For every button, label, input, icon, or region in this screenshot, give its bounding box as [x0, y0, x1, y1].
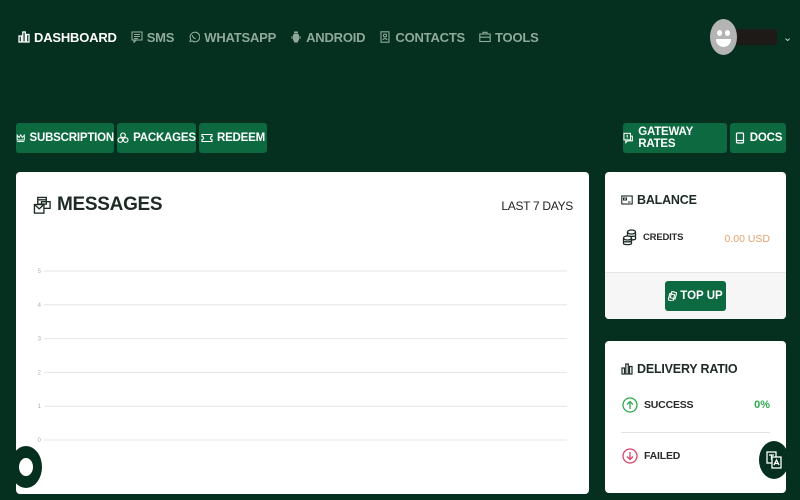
nav-item-label: ANDROID	[306, 29, 366, 45]
credits-row: CREDITS	[622, 229, 684, 246]
nav-item-label: WHATSAPP	[204, 29, 277, 45]
balance-footer: TOP UP	[605, 272, 786, 319]
chat-widget-button[interactable]	[10, 446, 42, 488]
coins-icon	[622, 229, 637, 246]
divider	[621, 432, 770, 433]
y-tick-label: 4	[38, 303, 42, 309]
contact-card-icon	[380, 31, 390, 43]
arrow-up-circle-icon	[622, 397, 638, 413]
packages-button[interactable]: PACKAGES	[117, 123, 196, 153]
chat-bubble-icon	[19, 458, 33, 476]
toolbox-icon	[479, 31, 491, 43]
y-tick-label: 5	[38, 269, 42, 275]
gateway-rates-label: GATEWAY RATES	[638, 126, 693, 150]
document-icon	[735, 132, 744, 144]
ticket-icon	[201, 133, 213, 143]
chevron-down-icon: ⌄	[783, 31, 793, 44]
money-icon	[668, 291, 678, 301]
balance-header: BALANCE	[621, 193, 697, 207]
arrow-down-circle-icon	[622, 448, 638, 464]
android-icon	[291, 31, 301, 43]
balance-title: BALANCE	[637, 193, 697, 207]
nav-item-label: CONTACTS	[395, 29, 466, 45]
docs-label: DOCS	[749, 132, 783, 144]
bar-chart-icon	[18, 31, 30, 43]
delivery-header: DELIVERY RATIO	[621, 362, 738, 376]
nav-item-android[interactable]: ANDROID	[290, 29, 366, 45]
date-range-selector[interactable]: LAST 7 DAYS	[501, 199, 573, 213]
nav-item-sms[interactable]: SMS	[131, 29, 175, 45]
whatsapp-icon	[189, 31, 201, 43]
failed-label: FAILED	[644, 450, 681, 462]
y-tick-label: 0	[38, 438, 42, 444]
messages-chart: 0 1 2 3 4 5	[38, 269, 567, 444]
nav-item-label: SMS	[146, 29, 175, 45]
success-value: 0%	[754, 399, 770, 411]
packages-label: PACKAGES	[133, 132, 196, 144]
nav-item-tools[interactable]: TOOLS	[479, 30, 539, 45]
nav-item-label: TOOLS	[495, 29, 539, 45]
message-square-icon	[131, 31, 143, 43]
bar-chart-icon	[621, 363, 633, 375]
top-up-label: TOP UP	[680, 290, 723, 302]
top-up-button[interactable]: TOP UP	[665, 281, 726, 311]
messages-card: 0 1 2 3 4 5 MESSAGES LAST 7 DAYS	[16, 172, 589, 494]
credits-value: 0.00 USD	[724, 233, 770, 245]
subscription-label: SUBSCRIPTION	[29, 132, 115, 144]
failed-row: FAILED	[622, 448, 680, 464]
y-tick-label: 2	[38, 370, 42, 376]
y-tick-label: 3	[38, 337, 42, 343]
nav-item-dashboard[interactable]: DASHBOARD	[18, 30, 117, 45]
gateway-rates-button[interactable]: GATEWAY RATES	[623, 123, 727, 153]
avatar	[710, 19, 737, 55]
redeem-button[interactable]: REDEEM	[199, 123, 267, 153]
wallet-icon	[621, 195, 633, 205]
nav-item-label: DASHBOARD	[34, 29, 117, 45]
translate-button[interactable]	[759, 441, 789, 479]
rates-icon	[623, 132, 633, 144]
docs-button[interactable]: DOCS	[730, 123, 786, 153]
messages-header: MESSAGES	[33, 194, 163, 216]
delivery-ratio-card: DELIVERY RATIO SUCCESS 0% FAILED	[605, 341, 786, 493]
packages-icon	[117, 132, 129, 143]
subscription-button[interactable]: SUBSCRIPTION	[16, 123, 114, 153]
y-tick-label: 1	[38, 404, 42, 410]
username-redacted	[735, 29, 777, 45]
messages-icon	[33, 196, 51, 214]
redeem-label: REDEEM	[216, 132, 265, 144]
crown-icon	[16, 133, 25, 143]
nav-item-contacts[interactable]: CONTACTS	[379, 30, 465, 45]
messages-title: MESSAGES	[57, 194, 163, 215]
success-row: SUCCESS	[622, 397, 694, 413]
main-nav: DASHBOARD SMS WHATSAPP ANDROID CONTACTS …	[18, 26, 539, 48]
nav-item-whatsapp[interactable]: WHATSAPP	[188, 30, 276, 45]
credits-label: CREDITS	[643, 232, 684, 243]
delivery-title: DELIVERY RATIO	[637, 362, 738, 376]
balance-card: BALANCE CREDITS 0.00 USD TOP UP	[605, 172, 786, 319]
translate-icon	[766, 451, 782, 469]
user-menu[interactable]: ⌄	[710, 19, 792, 55]
success-label: SUCCESS	[644, 399, 694, 411]
